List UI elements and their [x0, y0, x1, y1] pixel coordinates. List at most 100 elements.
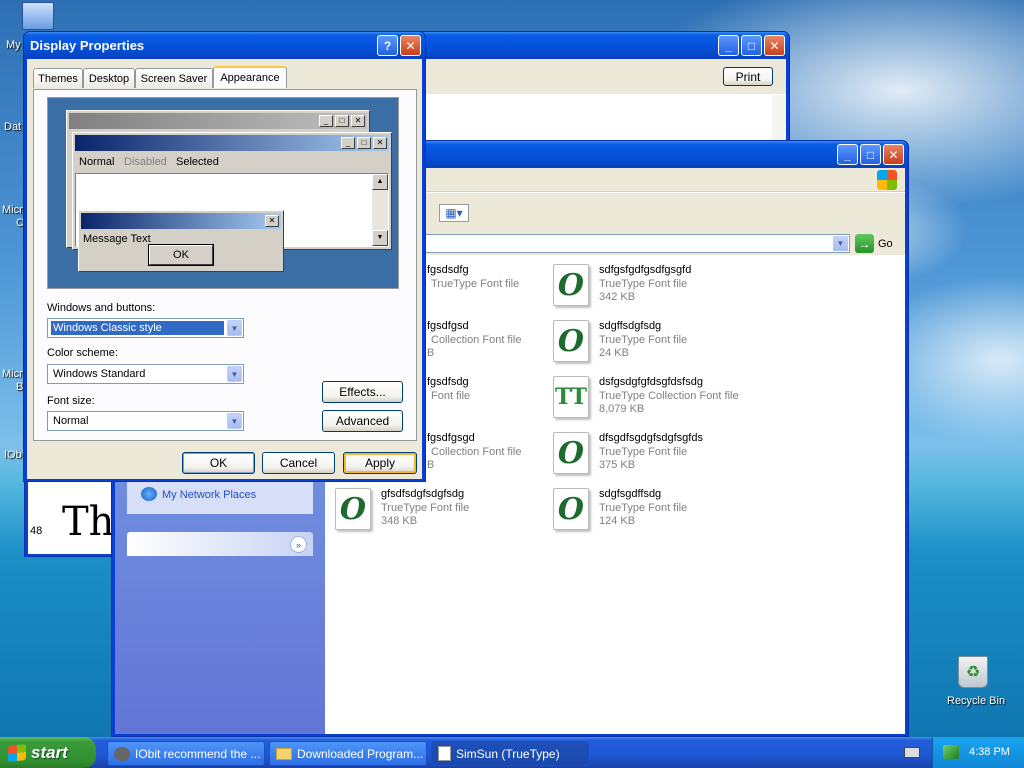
tab-screen-saver[interactable]: Screen Saver [135, 68, 213, 88]
recycle-bin-label[interactable]: Recycle Bin [947, 695, 1005, 707]
network-places-icon[interactable] [141, 487, 157, 501]
tab-themes[interactable]: Themes [33, 68, 83, 88]
file-type: TrueType Collection Font file [599, 390, 739, 402]
color-scheme-label: Color scheme: [47, 347, 118, 359]
file-size: B [427, 347, 435, 359]
truetype-font-icon: O [553, 432, 589, 474]
preview-minimize-icon: _ [341, 137, 355, 149]
preview-close-icon: ✕ [373, 137, 387, 149]
expand-chevron-icon[interactable]: » [290, 536, 307, 553]
views-icon[interactable]: ▦▾ [439, 204, 469, 222]
maximize-button[interactable]: □ [860, 144, 881, 165]
appearance-preview: _□✕ _□✕ Normal Disabled Selected ▲ ▼ [47, 97, 399, 289]
file-name: sdgffsdgfsdg [599, 320, 662, 332]
file-item[interactable]: O sdfgsfgdfgsdfgsgfd TrueType Font file … [553, 260, 763, 310]
my-computer-icon[interactable] [22, 2, 54, 30]
file-name: dsfgsdgfgfdsgfdsfsdg [599, 376, 703, 388]
close-button[interactable]: ✕ [764, 35, 785, 56]
preview-ok-button: OK [148, 244, 214, 266]
dialog-titlebar[interactable]: Display Properties ? ✕ [24, 32, 425, 58]
file-item[interactable]: TT dsfgsdgfgfdsgfdsfsdg TrueType Collect… [553, 372, 763, 422]
taskbar-item-iobit[interactable]: IObit recommend the ... [107, 741, 265, 766]
truetype-font-icon: O [335, 488, 371, 530]
address-input[interactable]: ▼ [420, 234, 850, 253]
font-size-label: 48 [30, 525, 43, 537]
file-size: 348 KB [381, 515, 418, 527]
details-panel-header[interactable] [127, 532, 313, 556]
font-size-select[interactable]: Normal ▼ [47, 411, 244, 431]
truetype-font-icon: O [553, 320, 589, 362]
my-network-places-link[interactable]: My Network Places [162, 489, 256, 501]
preview-minimize-icon: _ [319, 115, 333, 127]
file-item[interactable]: O gfsdfsdgfsdgfsdg TrueType Font file 34… [335, 484, 545, 534]
chevron-down-icon[interactable]: ▼ [227, 413, 242, 429]
file-type: TrueType Font file [599, 446, 688, 458]
file-name: fgsdfsdg [427, 376, 469, 388]
preview-inactive-titlebar: _ □ ✕ [69, 113, 367, 129]
file-item[interactable]: O sdgffsdgfsdg TrueType Font file 24 KB [553, 316, 763, 366]
preview-close-icon: ✕ [265, 215, 279, 227]
preview-maximize-icon: □ [335, 115, 349, 127]
windows-buttons-value: Windows Classic style [51, 321, 224, 335]
folder-icon [276, 747, 292, 760]
file-item[interactable]: O sdgfsgdffsdg TrueType Font file 124 KB [553, 484, 763, 534]
font-file-icon [438, 746, 451, 761]
file-name: fgsdfgsd [427, 320, 469, 332]
file-name: dfsgdfsgdgfsdgfsgfds [599, 432, 703, 444]
minimize-button[interactable]: _ [837, 144, 858, 165]
start-label: start [31, 742, 68, 762]
preview-scrollbar: ▲ ▼ [372, 174, 388, 246]
clock[interactable]: 4:38 PM [969, 746, 1010, 758]
chevron-down-icon[interactable]: ▼ [833, 236, 848, 251]
preview-menu-selected: Selected [176, 156, 219, 168]
dialog-client: Themes Desktop Screen Saver Appearance _… [27, 59, 422, 479]
tab-appearance[interactable]: Appearance [213, 66, 287, 88]
file-type: Font file [431, 390, 471, 402]
keyboard-icon[interactable] [904, 747, 920, 758]
taskbar-item-downloaded[interactable]: Downloaded Program... [269, 741, 427, 766]
preview-maximize-icon: □ [357, 137, 371, 149]
chevron-down-icon[interactable]: ▼ [227, 320, 242, 336]
help-button[interactable]: ? [377, 35, 398, 56]
minimize-button[interactable]: _ [718, 35, 739, 56]
preview-message-titlebar: ✕ [81, 213, 281, 229]
close-button[interactable]: ✕ [883, 144, 904, 165]
print-button[interactable]: Print [723, 67, 773, 86]
file-size: 8,079 KB [599, 403, 645, 415]
recycle-bin-icon[interactable]: ♻ [958, 656, 988, 688]
windows-logo-icon [877, 170, 897, 190]
network-tray-icon[interactable] [943, 745, 959, 759]
chevron-down-icon[interactable]: ▼ [227, 366, 242, 382]
apply-button[interactable]: Apply [343, 452, 417, 474]
file-item[interactable]: O dfsgdfsgdgfsdgfsgfds TrueType Font fil… [553, 428, 763, 478]
go-arrow-icon[interactable]: → [855, 234, 874, 253]
cancel-button[interactable]: Cancel [262, 452, 335, 474]
advanced-button[interactable]: Advanced [322, 410, 403, 432]
font-sample-text: Th [62, 499, 115, 545]
color-scheme-select[interactable]: Windows Standard ▼ [47, 364, 244, 384]
file-size: 375 KB [599, 459, 636, 471]
dialog-title: Display Properties [30, 37, 145, 53]
color-scheme-value: Windows Standard [53, 368, 146, 380]
taskbar-item-label: SimSun (TrueType) [456, 746, 560, 761]
taskbar-item-simsun[interactable]: SimSun (TrueType) [431, 741, 589, 766]
file-size: 124 KB [599, 515, 636, 527]
effects-button[interactable]: Effects... [322, 381, 403, 403]
windows-buttons-label: Windows and buttons: [47, 302, 156, 314]
go-button-label[interactable]: Go [878, 238, 893, 250]
ok-button[interactable]: OK [182, 452, 255, 474]
font-size-label: Font size: [47, 395, 95, 407]
file-type: Collection Font file [431, 446, 522, 458]
close-button[interactable]: ✕ [400, 35, 421, 56]
tab-desktop[interactable]: Desktop [83, 68, 135, 88]
desktop-label-dat[interactable]: Dat [4, 121, 21, 133]
windows-buttons-select[interactable]: Windows Classic style ▼ [47, 318, 244, 338]
scroll-up-icon: ▲ [372, 174, 388, 190]
maximize-button[interactable]: □ [741, 35, 762, 56]
display-properties-dialog: Display Properties ? ✕ Themes Desktop Sc… [23, 31, 426, 482]
desktop-label-my[interactable]: My [6, 39, 21, 51]
start-button[interactable]: start [0, 737, 96, 768]
desktop-label-iob[interactable]: IOb [4, 449, 22, 461]
taskbar-item-label: IObit recommend the ... [135, 746, 261, 761]
scroll-down-icon: ▼ [372, 230, 388, 246]
